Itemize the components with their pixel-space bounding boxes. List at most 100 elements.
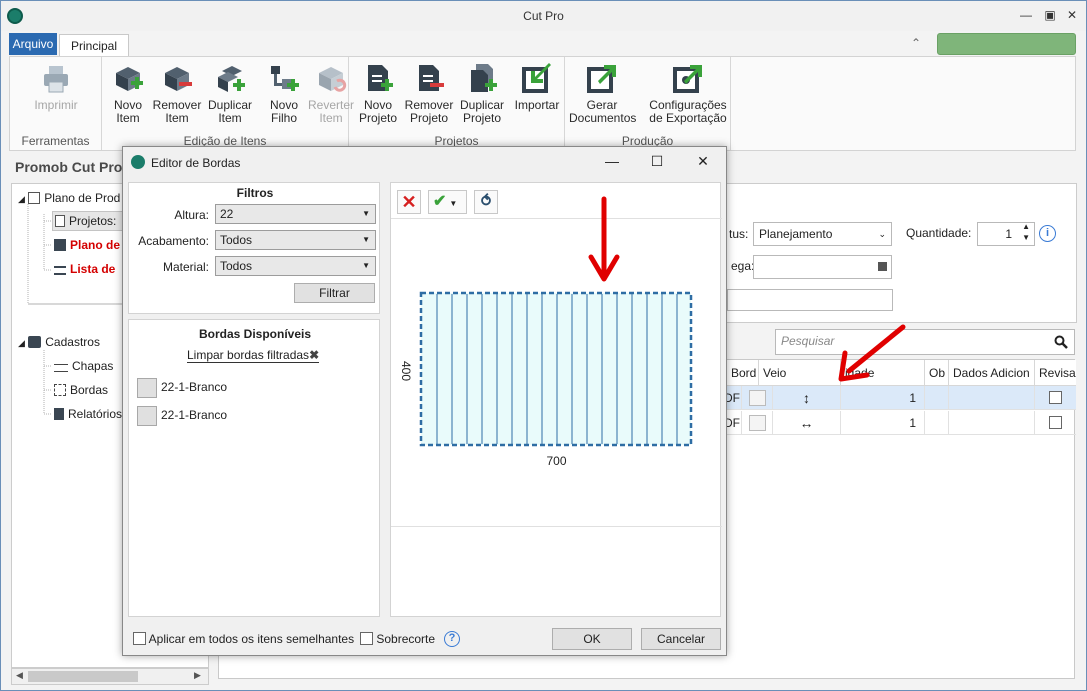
- cancel-button[interactable]: Cancelar: [641, 628, 721, 650]
- apply-similar-checkbox[interactable]: [133, 632, 146, 645]
- duplicate-item-label: Duplicar Item: [207, 98, 252, 125]
- description-field[interactable]: [727, 289, 893, 311]
- duplicate-item-button[interactable]: Duplicar Item: [205, 63, 255, 125]
- stepper-arrows-icon[interactable]: ▲ ▼: [1022, 221, 1030, 243]
- clear-link-label: Limpar bordas filtradas: [187, 348, 310, 362]
- remove-item-button[interactable]: Remover Item: [152, 63, 202, 125]
- tree-lista[interactable]: Lista de: [54, 262, 115, 276]
- close-icon[interactable]: ✕: [1063, 7, 1081, 23]
- expand-arrow-icon[interactable]: ◢: [18, 338, 25, 348]
- column-header-ob[interactable]: Ob: [925, 360, 949, 386]
- search-icon[interactable]: [1054, 335, 1068, 349]
- tree-relatorios[interactable]: Relatórios: [54, 407, 122, 421]
- revisa-checkbox[interactable]: [1049, 416, 1062, 429]
- grain-vertical-icon[interactable]: ↕: [773, 386, 841, 410]
- tree-projetos[interactable]: Projetos:: [52, 211, 126, 231]
- apply-edges-dropdown[interactable]: ✔ ▼: [428, 190, 467, 214]
- status-select[interactable]: Planejamento ⌄: [753, 222, 892, 246]
- edge-color-swatch: [137, 406, 157, 426]
- dados-cell[interactable]: [949, 386, 1035, 410]
- revisa-cell[interactable]: [1035, 386, 1076, 410]
- new-item-button[interactable]: Novo Item: [103, 63, 153, 125]
- scroll-thumb[interactable]: [28, 671, 138, 682]
- expand-arrow-icon[interactable]: ◢: [18, 194, 25, 204]
- preview-toolbar: ✕ ✔ ▼ ⥀: [391, 183, 722, 219]
- revisa-checkbox[interactable]: [1049, 391, 1062, 404]
- acabamento-value: Todos: [220, 233, 253, 247]
- edge-cell[interactable]: [742, 386, 773, 410]
- material-select[interactable]: Todos ▼: [215, 256, 376, 276]
- search-input[interactable]: Pesquisar: [775, 329, 1075, 355]
- minimize-icon[interactable]: —: [1017, 7, 1035, 23]
- group-edicao-itens: Novo Item Remover Item Duplicar Item Nov…: [102, 57, 354, 150]
- edge-item-label: 22-1-Branco: [161, 408, 228, 423]
- acabamento-select[interactable]: Todos ▼: [215, 230, 376, 250]
- print-label: Imprimir: [34, 98, 78, 112]
- group-label: Ferramentas: [21, 134, 90, 148]
- dados-cell[interactable]: [949, 411, 1035, 435]
- new-child-icon: [271, 66, 299, 91]
- remove-project-button[interactable]: Remover Projeto: [404, 63, 454, 125]
- column-header-bord[interactable]: Bord: [727, 360, 759, 386]
- quantity-stepper[interactable]: 1 ▲ ▼: [977, 222, 1035, 246]
- info-icon[interactable]: i: [1039, 225, 1056, 242]
- calendar-icon[interactable]: [878, 262, 887, 271]
- annotation-arrow: [588, 196, 620, 282]
- filter-button[interactable]: Filtrar: [294, 283, 375, 303]
- scroll-right-icon[interactable]: ▶: [194, 670, 201, 681]
- ob-cell[interactable]: [925, 411, 949, 435]
- tree-plano-corte[interactable]: Plano de: [54, 238, 120, 252]
- scroll-left-icon[interactable]: ◀: [16, 670, 23, 681]
- new-project-button[interactable]: Novo Projeto: [353, 63, 403, 125]
- tree-plano-producao[interactable]: ◢ Plano de Prod: [18, 191, 120, 205]
- edge-editor-dialog: Editor de Bordas — ☐ ✕ Filtros Altura: 2…: [122, 146, 727, 656]
- tree-bordas[interactable]: Bordas: [54, 383, 108, 397]
- quantity-cell[interactable]: 1: [841, 411, 925, 435]
- duplicate-project-icon: [471, 64, 497, 92]
- horizontal-scrollbar[interactable]: ◀ ▶: [11, 668, 209, 685]
- clear-filtered-edges-link[interactable]: Limpar bordas filtradas✖: [187, 348, 320, 363]
- sheets-icon: [54, 364, 68, 372]
- edge-list-item[interactable]: 22-1-Branco: [137, 378, 227, 398]
- ob-cell[interactable]: [925, 386, 949, 410]
- tree-cadastros[interactable]: ◢ Cadastros: [18, 335, 100, 349]
- collapse-ribbon-icon[interactable]: ⌃: [911, 36, 927, 52]
- tab-principal[interactable]: Principal: [59, 34, 129, 56]
- minimize-icon[interactable]: —: [603, 153, 621, 169]
- remove-edges-icon[interactable]: ✕: [397, 190, 421, 214]
- delivery-date-field[interactable]: [753, 255, 892, 279]
- tab-arquivo[interactable]: Arquivo: [9, 33, 57, 55]
- acabamento-label: Acabamento:: [138, 234, 209, 248]
- duplicate-project-label: Duplicar Projeto: [459, 98, 504, 125]
- status-label: tus:: [729, 227, 749, 241]
- rotate-icon[interactable]: ⥀: [474, 190, 498, 214]
- edge-list-item[interactable]: 22-1-Branco: [137, 406, 227, 426]
- quantity-cell[interactable]: 1: [841, 386, 925, 410]
- maximize-icon[interactable]: ▣: [1041, 7, 1059, 23]
- height-dimension-label: 400: [399, 360, 414, 382]
- apply-similar-option[interactable]: Aplicar em todos os itens semelhantes: [133, 632, 354, 646]
- import-label: Importar: [514, 98, 560, 112]
- ok-button[interactable]: OK: [552, 628, 632, 650]
- revisa-cell[interactable]: [1035, 411, 1076, 435]
- altura-select[interactable]: 22 ▼: [215, 204, 376, 224]
- duplicate-project-button[interactable]: Duplicar Projeto: [457, 63, 507, 125]
- tree-chapas[interactable]: Chapas: [54, 359, 113, 373]
- piece-preview[interactable]: [419, 291, 695, 449]
- new-child-button[interactable]: Novo Filho: [259, 63, 309, 125]
- export-settings-button[interactable]: Configurações de Exportação: [645, 63, 731, 125]
- generate-docs-button[interactable]: Gerar Documentos: [569, 63, 636, 125]
- status-indicator: [937, 33, 1076, 55]
- altura-label: Altura:: [174, 208, 209, 222]
- column-header-dados[interactable]: Dados Adicion: [949, 360, 1035, 386]
- overcut-checkbox[interactable]: [360, 632, 373, 645]
- column-header-veio[interactable]: Veio: [759, 360, 841, 386]
- import-button[interactable]: Importar: [512, 63, 562, 112]
- close-icon[interactable]: ✕: [694, 153, 712, 169]
- edge-cell[interactable]: [742, 411, 773, 435]
- help-icon[interactable]: ?: [444, 631, 460, 647]
- grain-horizontal-icon[interactable]: ↔: [773, 411, 841, 435]
- column-header-revisa[interactable]: Revisa: [1035, 360, 1076, 386]
- maximize-icon[interactable]: ☐: [648, 153, 666, 169]
- overcut-option[interactable]: Sobrecorte: [360, 632, 435, 646]
